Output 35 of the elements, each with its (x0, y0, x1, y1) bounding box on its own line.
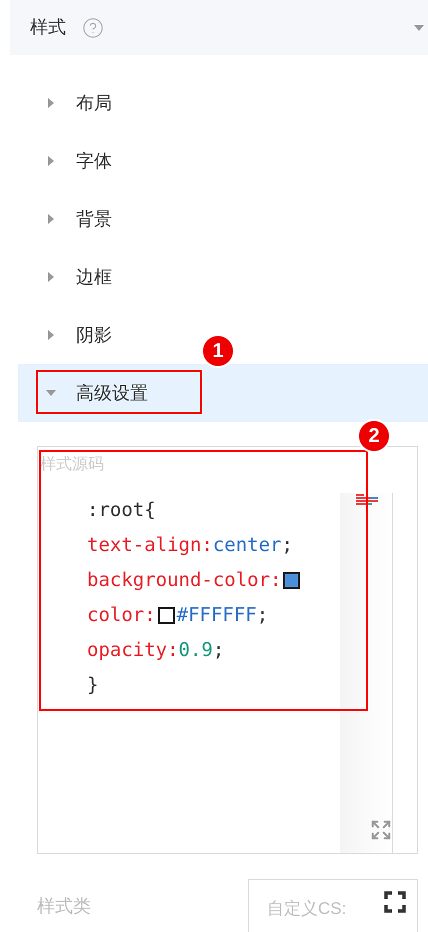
style-panel-header[interactable]: 样式 (10, 0, 428, 55)
field-label: 样式类 (37, 895, 92, 918)
section-label: 背景 (76, 208, 112, 230)
caret-icon (46, 330, 56, 340)
code-line: } (87, 673, 100, 698)
section-row[interactable]: 高级设置 (18, 364, 428, 422)
caret-icon (46, 98, 56, 108)
section-label: 边框 (76, 266, 112, 288)
section-row[interactable]: 布局 (18, 74, 112, 132)
color-swatch[interactable] (283, 572, 300, 589)
caret-icon (46, 272, 56, 282)
fullscreen-icon[interactable] (384, 891, 406, 913)
caret-icon (46, 156, 56, 166)
code-line: color: #FFFFFF; (87, 603, 270, 628)
code-line: opacity:0.9; (87, 638, 226, 664)
section-label: 字体 (76, 150, 112, 172)
callout-badge: 1 (201, 334, 235, 368)
code-line: :root{ (87, 498, 157, 524)
minimap-drawing (356, 494, 378, 505)
section-label: 布局 (76, 92, 112, 114)
caret-icon (46, 214, 56, 224)
style-class-field[interactable]: 自定义CS: (248, 879, 418, 932)
section-row[interactable]: 边框 (18, 248, 112, 306)
caret-icon (414, 22, 424, 32)
section-row[interactable]: 阴影 (18, 306, 112, 364)
section-row[interactable]: 背景 (18, 190, 112, 248)
code-line: background-color: (87, 563, 340, 598)
section-label: 阴影 (76, 324, 112, 346)
caret-icon (46, 388, 56, 398)
panel-title: 样式 (30, 16, 66, 39)
color-swatch[interactable] (158, 607, 175, 624)
section-label: 高级设置 (76, 382, 148, 404)
callout-badge: 2 (357, 419, 391, 453)
code-line: text-align:center; (87, 533, 294, 558)
section-row[interactable]: 字体 (18, 132, 112, 190)
